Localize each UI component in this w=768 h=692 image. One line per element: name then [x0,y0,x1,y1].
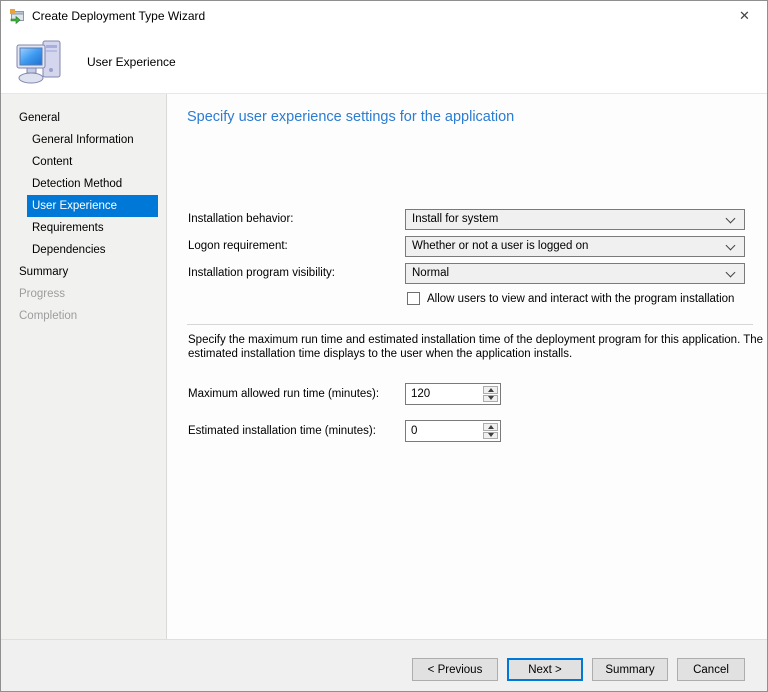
computer-icon [15,37,65,87]
cancel-button[interactable]: Cancel [677,658,745,681]
allow-interaction-checkbox[interactable] [407,292,420,305]
spinner-up-icon [487,424,494,429]
sidebar-item-content[interactable]: Content [27,151,158,173]
spinner-up-icon [487,387,494,392]
wizard-step-sidebar: General General Information Content Dete… [1,94,167,641]
section-divider [187,324,753,325]
sidebar-item-requirements[interactable]: Requirements [27,217,158,239]
spinner-up-button[interactable] [483,423,498,431]
next-button[interactable]: Next > [507,658,583,681]
sidebar-item-progress: Progress [19,288,66,300]
sidebar-item-general-information[interactable]: General Information [27,129,158,151]
close-icon: ✕ [739,7,750,23]
installation-behavior-value: Install for system [412,213,499,225]
wizard-header: User Experience [1,30,767,93]
wizard-content: Specify user experience settings for the… [167,94,767,641]
spinner-up-button[interactable] [483,386,498,394]
spinner-down-icon [487,433,494,438]
titlebar: Create Deployment Type Wizard ✕ [1,1,767,30]
summary-button[interactable]: Summary [592,658,668,681]
sidebar-item-summary[interactable]: Summary [14,261,158,283]
chevron-down-icon [725,267,736,278]
installation-behavior-label: Installation behavior: [188,213,294,225]
max-run-time-label: Maximum allowed run time (minutes): [188,388,380,400]
allow-interaction-label: Allow users to view and interact with th… [427,292,735,305]
estimated-install-time-input[interactable] [406,421,482,441]
sidebar-item-detection-method[interactable]: Detection Method [27,173,158,195]
logon-requirement-label: Logon requirement: [188,240,288,252]
wizard-body: General General Information Content Dete… [1,93,767,641]
runtime-description: Specify the maximum run time and estimat… [188,334,764,360]
spinner-down-icon [487,396,494,401]
wizard-icon [9,8,25,24]
logon-requirement-select[interactable]: Whether or not a user is logged on [405,236,745,257]
wizard-footer: < Previous Next > Summary Cancel [1,639,767,691]
estimated-install-time-label: Estimated installation time (minutes): [188,425,376,437]
window-title: Create Deployment Type Wizard [32,8,206,23]
chevron-down-icon [725,213,736,224]
program-visibility-value: Normal [412,267,450,279]
page-title: Specify user experience settings for the… [187,109,515,125]
installation-program-visibility-select[interactable]: Normal [405,263,745,284]
program-visibility-label: Installation program visibility: [188,267,336,279]
wizard-window: Create Deployment Type Wizard ✕ User Exp… [0,0,768,692]
installation-behavior-select[interactable]: Install for system [405,209,745,230]
header-title: User Experience [87,54,176,69]
spinner-down-button[interactable] [483,394,498,402]
estimated-install-time-spinbox [405,420,501,442]
estimated-install-time-spinner [482,422,499,440]
sidebar-item-user-experience[interactable]: User Experience [27,195,158,217]
max-run-time-spinner [482,385,499,403]
max-run-time-input[interactable] [406,384,482,404]
sidebar-item-completion: Completion [19,310,78,322]
spinner-down-button[interactable] [483,431,498,439]
max-run-time-spinbox [405,383,501,405]
allow-interaction-row: Allow users to view and interact with th… [407,292,734,305]
close-button[interactable]: ✕ [722,1,767,30]
sidebar-item-general[interactable]: General [14,107,158,129]
chevron-down-icon [725,240,736,251]
previous-button[interactable]: < Previous [412,658,498,681]
sidebar-item-dependencies[interactable]: Dependencies [27,239,158,261]
logon-requirement-value: Whether or not a user is logged on [412,240,589,252]
